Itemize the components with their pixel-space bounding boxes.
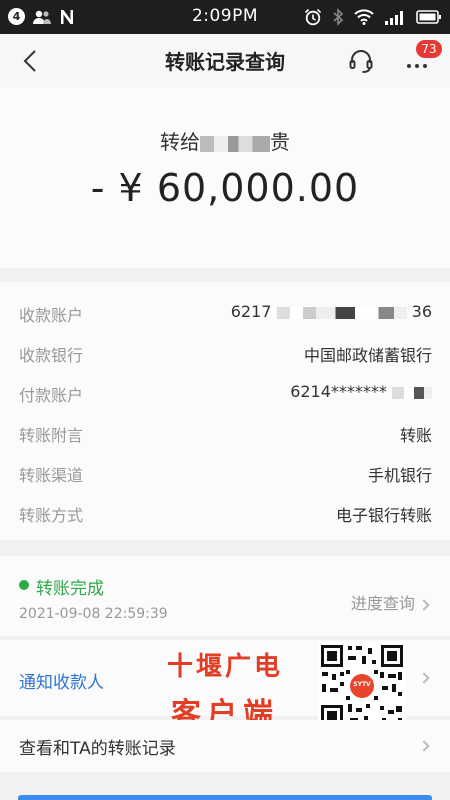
detail-value: 6214******* <box>290 382 432 401</box>
watermark-line1: 十堰广电 <box>166 652 283 682</box>
chevron-right-icon <box>418 740 430 752</box>
transfer-history-label: 查看和TA的转账记录 <box>19 739 176 759</box>
progress-query-label: 进度查询 <box>350 594 415 613</box>
recipient-line: 转给 贵 <box>0 126 450 155</box>
bottom-action-button[interactable] <box>18 795 432 800</box>
recipient-name-mask <box>200 135 270 152</box>
detail-label: 转账方式 <box>19 506 84 525</box>
status-dot-icon <box>19 580 29 590</box>
masked-digits <box>276 306 407 319</box>
detail-row-channel: 转账渠道 手机银行 <box>0 452 450 492</box>
signal-icon <box>385 11 403 25</box>
headset-icon <box>349 50 373 73</box>
detail-label: 转账渠道 <box>19 466 84 485</box>
status-text: 转账完成 <box>36 579 104 599</box>
status-time: 2021-09-08 22:59:39 <box>19 606 168 622</box>
detail-row-payee-account: 收款账户 6217 36 <box>0 292 450 332</box>
detail-label: 收款账户 <box>19 306 84 325</box>
qr-badge-text: SYTV <box>353 681 371 688</box>
transfer-history-row[interactable]: 查看和TA的转账记录 <box>0 720 450 772</box>
amount-card: 转给 贵 - ¥ 60,000.00 <box>0 88 450 268</box>
detail-label: 收款银行 <box>19 346 84 365</box>
detail-value: 6217 36 <box>231 302 432 321</box>
chevron-right-icon <box>418 672 430 684</box>
wifi-icon <box>354 9 374 25</box>
detail-row-payer-account: 付款账户 6214******* <box>0 372 450 412</box>
masked-digits <box>392 386 432 399</box>
detail-value: 手机银行 <box>367 466 432 485</box>
page-title: 转账记录查询 <box>165 50 285 74</box>
chevron-right-icon <box>418 599 430 611</box>
notify-payee-row[interactable]: 通知收款人 十堰广电 客户端 SYTV <box>0 640 450 732</box>
transfer-details: 收款账户 6217 36 收款银行 中国邮政储蓄银行 付款账户 6214****… <box>0 282 450 540</box>
bluetooth-icon <box>333 8 344 26</box>
message-count-badge: 73 <box>416 40 442 58</box>
detail-value: 转账 <box>399 426 432 445</box>
detail-row-remark: 转账附言 转账 <box>0 412 450 452</box>
detail-value-prefix: 6217 <box>230 302 272 321</box>
detail-value: 电子银行转账 <box>335 506 432 525</box>
detail-label: 付款账户 <box>19 386 84 405</box>
progress-query-link[interactable]: 进度查询 <box>350 590 430 614</box>
battery-icon <box>416 10 441 24</box>
customer-service-button[interactable] <box>346 46 376 76</box>
recipient-prefix: 转给 <box>160 130 200 154</box>
recipient-suffix: 贵 <box>270 130 290 154</box>
transfer-amount: - ¥ 60,000.00 <box>90 166 360 210</box>
detail-value-suffix: 36 <box>411 302 432 321</box>
detail-value: 中国邮政储蓄银行 <box>303 346 432 365</box>
detail-row-method: 转账方式 电子银行转账 <box>0 492 450 532</box>
detail-row-payee-bank: 收款银行 中国邮政储蓄银行 <box>0 332 450 372</box>
status-right-icons <box>304 8 442 26</box>
nav-bar: 转账记录查询 73 <box>0 34 450 88</box>
status-bar: 4 2:09PM <box>0 0 450 34</box>
transfer-status-card: 转账完成 2021-09-08 22:59:39 进度查询 <box>0 556 450 636</box>
detail-label: 转账附言 <box>19 426 84 445</box>
alarm-icon <box>304 8 322 26</box>
qr-code-image: SYTV <box>318 642 406 730</box>
notify-payee-label: 通知收款人 <box>19 673 104 693</box>
detail-value-prefix: 6214******* <box>290 382 387 401</box>
